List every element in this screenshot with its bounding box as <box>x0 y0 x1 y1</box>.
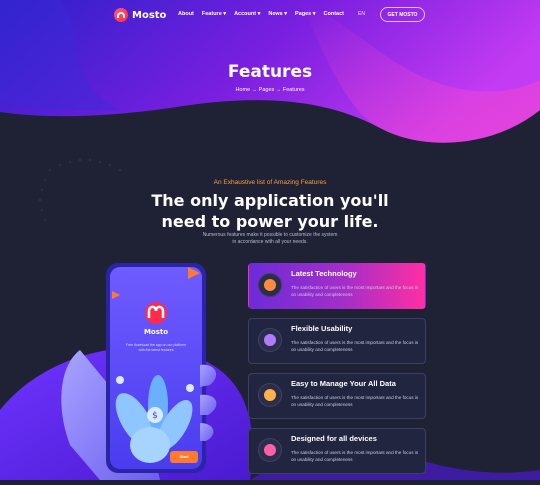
menu-item-about[interactable]: About <box>178 11 194 17</box>
feature-title: Designed for all devices <box>291 434 377 443</box>
feature-description: The satisfaction of users is the most im… <box>291 285 419 297</box>
feature-card-flexible-usability[interactable]: Flexible Usability The satisfaction of u… <box>248 318 426 364</box>
phone-start-button[interactable]: Start <box>170 454 198 459</box>
technology-icon <box>258 273 282 297</box>
section-description: Numerous features make it possible to cu… <box>202 232 338 245</box>
logo-icon <box>114 8 128 22</box>
svg-text:$: $ <box>152 411 158 421</box>
feature-description: The satisfaction of users is the most im… <box>291 395 419 407</box>
phone-app-text: Free download the app on our platform wi… <box>125 343 187 352</box>
headline-line-2: need to power your life. <box>161 212 379 231</box>
phone-illustration: $ Mosto Free download the app on our pla… <box>40 255 240 485</box>
headline-line-1: The only application you'll <box>151 191 389 210</box>
phone-app-name: Mosto <box>143 328 169 336</box>
feature-description: The satisfaction of users is the most im… <box>291 340 419 352</box>
phone-svg: $ <box>61 263 217 480</box>
menu-item-pages[interactable]: Pages ▾ <box>295 11 316 17</box>
feature-card-all-devices[interactable]: Designed for all devices The satisfactio… <box>248 428 426 474</box>
breadcrumb: Home → Pages → Features <box>235 87 305 93</box>
feature-card-manage-data[interactable]: Easy to Manage Your All Data The satisfa… <box>248 373 426 419</box>
menu-item-account[interactable]: Account ▾ <box>234 11 260 17</box>
logo[interactable]: Mosto <box>114 8 166 22</box>
section-subtitle: An Exhaustive list of Amazing Features <box>213 179 327 186</box>
feature-description: The satisfaction of users is the most im… <box>291 450 419 462</box>
devices-icon <box>258 438 282 462</box>
menu-item-news[interactable]: News ▾ <box>268 11 287 17</box>
feature-title: Easy to Manage Your All Data <box>291 379 396 388</box>
feature-card-latest-technology[interactable]: Latest Technology The satisfaction of us… <box>248 263 426 309</box>
feature-title: Latest Technology <box>291 269 357 278</box>
top-navigation: Mosto About Feature ▾ Account ▾ News ▾ P… <box>0 0 540 30</box>
data-icon <box>258 383 282 407</box>
page-title: Features <box>227 62 313 82</box>
menu-item-contact[interactable]: Contact <box>324 11 344 17</box>
usability-icon <box>258 328 282 352</box>
menu-item-feature[interactable]: Feature ▾ <box>202 11 226 17</box>
main-menu: About Feature ▾ Account ▾ News ▾ Pages ▾… <box>178 11 344 17</box>
language-selector[interactable]: EN <box>358 11 365 17</box>
logo-text: Mosto <box>132 9 167 21</box>
section-headline: The only application you'll need to powe… <box>0 190 540 232</box>
feature-title: Flexible Usability <box>291 324 353 333</box>
get-mosto-button[interactable]: GET MOSTO <box>380 7 425 22</box>
